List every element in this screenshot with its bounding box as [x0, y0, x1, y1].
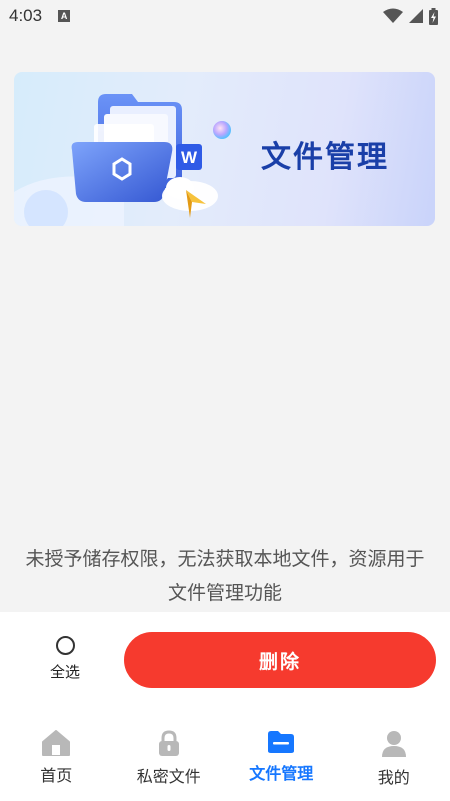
nav-label-private-files: 私密文件 — [136, 767, 201, 786]
status-time: 4:03 — [9, 6, 43, 25]
status-left: 4:03 A — [9, 6, 71, 26]
select-all-toggle[interactable]: 全选 — [40, 636, 90, 682]
nav-item-home[interactable]: 首页 — [0, 708, 113, 801]
folder-illustration: W — [14, 94, 231, 226]
battery-icon — [429, 7, 438, 25]
lock-icon — [158, 730, 179, 756]
nav-item-file-manager[interactable]: 文件管理 — [225, 708, 338, 801]
home-icon — [42, 730, 71, 756]
signal-icon — [409, 9, 423, 23]
wifi-icon — [383, 8, 403, 23]
bottom-nav: 首页 私密文件 文件管理 我的 — [0, 708, 450, 801]
nav-item-private-files[interactable]: 私密文件 — [113, 708, 226, 801]
banner-title: 文件管理 — [261, 140, 389, 175]
nav-label-home: 首页 — [40, 766, 73, 785]
user-icon — [381, 731, 406, 757]
delete-button[interactable]: 删除 — [124, 632, 436, 688]
notification-icon: A — [58, 10, 71, 22]
action-bar: 全选 删除 — [0, 612, 450, 708]
nav-label-mine: 我的 — [377, 768, 410, 787]
radio-circle-icon[interactable] — [55, 636, 75, 655]
status-bar: 4:03 A — [0, 0, 450, 32]
permission-message: 未授予储存权限，无法获取本地文件，资源用于文件管理功能 — [25, 548, 425, 604]
select-all-label: 全选 — [49, 663, 80, 681]
status-right — [383, 7, 438, 25]
nav-item-mine[interactable]: 我的 — [338, 708, 450, 801]
banner-badge-letter: W — [181, 148, 198, 167]
nav-label-file-manager: 文件管理 — [249, 764, 314, 783]
folder-icon — [268, 731, 295, 753]
file-manager-banner[interactable]: W 文件管理 — [14, 72, 435, 226]
